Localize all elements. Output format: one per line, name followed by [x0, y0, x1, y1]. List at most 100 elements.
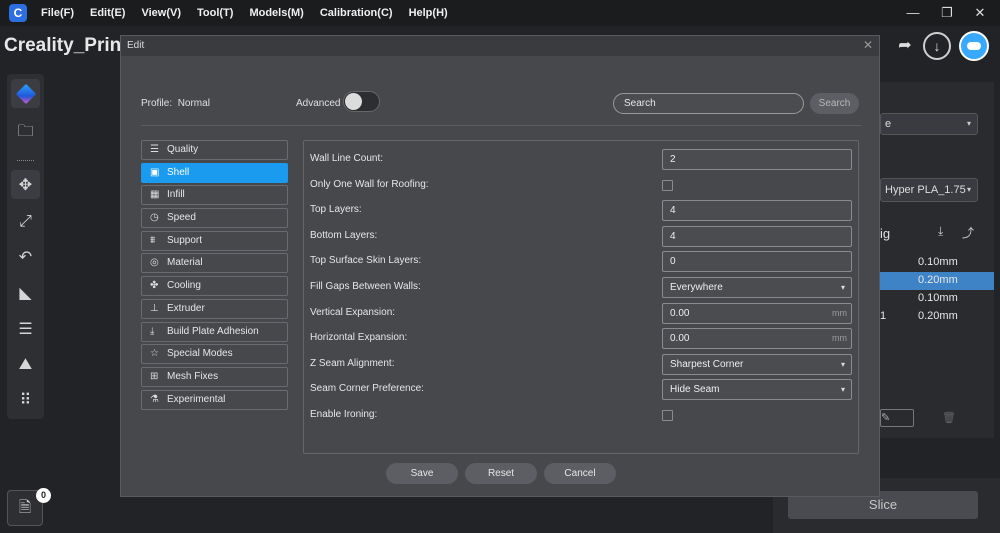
- cube-logo-icon[interactable]: [11, 79, 40, 108]
- settings-panel: Wall Line Count: 2 Only One Wall for Roo…: [303, 140, 859, 454]
- dialog-titlebar: Edit ✕: [121, 36, 879, 56]
- setting-label: Wall Line Count:: [310, 153, 383, 164]
- setting-row: Bottom Layers: 4: [304, 224, 860, 250]
- fill-gaps-select[interactable]: Everywhere ▾: [662, 277, 852, 298]
- support-icon[interactable]: ⛰: [11, 350, 40, 379]
- import-icon[interactable]: ⤓: [938, 224, 952, 238]
- category-cooling[interactable]: ✤ Cooling: [141, 276, 288, 297]
- edit-icon[interactable]: ✎: [880, 409, 914, 427]
- menu-edit[interactable]: Edit(E): [90, 7, 125, 19]
- top-surface-skin-layers-input[interactable]: 0: [662, 251, 852, 273]
- category-experimental[interactable]: ⚗ Experimental: [141, 389, 288, 410]
- maximize-button[interactable]: ❐: [937, 3, 957, 23]
- menu-tool[interactable]: Tool(T): [197, 7, 233, 19]
- rotate-icon[interactable]: ↶: [11, 242, 40, 271]
- vertical-expansion-input[interactable]: 0.00 mm: [662, 302, 852, 324]
- reset-button[interactable]: Reset: [465, 463, 537, 484]
- list-item[interactable]: 0.10mm: [880, 254, 994, 272]
- app-logo-icon: C: [9, 4, 27, 22]
- list-icon[interactable]: ☰: [11, 314, 40, 343]
- setting-row: Only One Wall for Roofing:: [304, 173, 860, 199]
- chevron-down-icon: ▾: [966, 119, 971, 128]
- redo-icon[interactable]: ➦: [895, 36, 915, 56]
- advanced-toggle[interactable]: [343, 91, 380, 112]
- setting-label: Vertical Expansion:: [310, 306, 396, 318]
- menu-models[interactable]: Models(M): [249, 7, 303, 19]
- layer-height-list: 0.10mm 0.20mm 0.10mm 1 0.20mm: [880, 254, 994, 326]
- adhesion-icon: ⤓: [150, 325, 155, 337]
- cancel-button[interactable]: Cancel: [544, 463, 616, 484]
- top-layers-input[interactable]: 4: [662, 200, 852, 222]
- minimize-button[interactable]: —: [903, 3, 923, 23]
- save-button[interactable]: Save: [386, 463, 458, 484]
- category-quality[interactable]: ☰ Quality: [141, 140, 288, 160]
- fan-icon: ✤: [150, 280, 159, 292]
- horizontal-expansion-input[interactable]: 0.00 mm: [662, 328, 852, 350]
- category-build-plate-adhesion[interactable]: ⤓ Build Plate Adhesion: [141, 321, 288, 342]
- star-icon: ☆: [150, 348, 159, 360]
- speed-icon: ◷: [150, 212, 159, 224]
- scale-icon[interactable]: ⤢: [11, 207, 40, 236]
- setting-label: Only One Wall for Roofing:: [310, 178, 429, 190]
- close-window-button[interactable]: ✕: [970, 3, 990, 23]
- setting-row: Wall Line Count: 2: [304, 147, 860, 173]
- setting-row: Top Surface Skin Layers: 0: [304, 249, 860, 275]
- menu-calibration[interactable]: Calibration(C): [320, 7, 393, 19]
- wall-line-count-input[interactable]: 2: [662, 149, 852, 170]
- lay-flat-icon[interactable]: ◣: [11, 278, 40, 307]
- unit-label: mm: [832, 307, 847, 318]
- shell-icon: ▣: [150, 166, 160, 178]
- setting-row: Top Layers: 4: [304, 198, 860, 224]
- setting-row: Horizontal Expansion: 0.00 mm: [304, 326, 860, 352]
- left-toolbar: 🗀 ✥ ⤢ ↶ ◣ ☰ ⛰ ⠿: [7, 74, 44, 419]
- profile-value: Normal: [177, 98, 210, 109]
- filament-select[interactable]: Hyper PLA_1.75 ▾: [880, 178, 978, 202]
- list-item[interactable]: 0.20mm: [880, 272, 994, 290]
- chevron-down-icon: ▾: [966, 185, 971, 194]
- chevron-down-icon: ▾: [840, 283, 845, 292]
- advanced-label: Advanced: [296, 98, 341, 109]
- enable-ironing-checkbox[interactable]: [662, 410, 673, 421]
- seam-corner-preference-select[interactable]: Hide Seam ▾: [662, 379, 852, 401]
- setting-label: Fill Gaps Between Walls:: [310, 281, 421, 292]
- quality-icon: ☰: [150, 144, 159, 155]
- right-panel: e ▾ Hyper PLA_1.75 ▾ ig ⤓ ⤴ 0.10mm 0.20m…: [880, 82, 994, 438]
- z-seam-alignment-select[interactable]: Sharpest Corner ▾: [662, 353, 852, 375]
- menu-view[interactable]: View(V): [141, 7, 181, 19]
- printer-select[interactable]: e ▾: [880, 113, 978, 135]
- setting-row: Z Seam Alignment: Sharpest Corner ▾: [304, 352, 860, 378]
- only-one-wall-roofing-checkbox[interactable]: [662, 179, 673, 191]
- download-icon[interactable]: ↓: [923, 32, 951, 60]
- material-icon: ◎: [150, 257, 159, 269]
- category-special-modes[interactable]: ☆ Special Modes: [141, 344, 288, 365]
- config-heading: ig: [880, 226, 891, 241]
- export-icon[interactable]: ⤴: [962, 224, 976, 240]
- setting-row: Fill Gaps Between Walls: Everywhere ▾: [304, 275, 860, 301]
- folder-icon[interactable]: 🗀: [11, 119, 40, 148]
- list-item[interactable]: 1 0.20mm: [880, 308, 994, 326]
- category-shell[interactable]: ▣ Shell: [141, 162, 288, 183]
- menu-help[interactable]: Help(H): [409, 7, 448, 19]
- close-icon[interactable]: ✕: [863, 38, 873, 52]
- support-icon: ⩩: [150, 234, 156, 246]
- category-support[interactable]: ⩩ Support: [141, 230, 288, 251]
- trash-icon[interactable]: 🗑: [942, 411, 956, 424]
- apps-icon[interactable]: ⠿: [11, 385, 40, 414]
- move-icon[interactable]: ✥: [11, 170, 40, 199]
- list-item[interactable]: 0.10mm: [880, 290, 994, 308]
- search-input[interactable]: [613, 93, 804, 114]
- bottom-layers-input[interactable]: 4: [662, 225, 852, 247]
- user-avatar[interactable]: [959, 31, 989, 61]
- category-infill[interactable]: ▦ Infill: [141, 185, 288, 206]
- menu-file[interactable]: File(F): [41, 7, 74, 19]
- toolbar-divider: [17, 160, 34, 162]
- profile-label: Profile: Normal: [141, 98, 210, 109]
- category-extruder[interactable]: ⊥ Extruder: [141, 298, 288, 319]
- category-material[interactable]: ◎ Material: [141, 253, 288, 274]
- edit-dialog: Edit ✕ Profile: Normal Advanced Search ☰…: [120, 35, 880, 497]
- dialog-title: Edit: [127, 40, 145, 51]
- category-mesh-fixes[interactable]: ⊞ Mesh Fixes: [141, 366, 288, 387]
- category-speed[interactable]: ◷ Speed: [141, 208, 288, 229]
- search-button[interactable]: Search: [810, 93, 859, 114]
- setting-label: Top Layers:: [310, 204, 362, 216]
